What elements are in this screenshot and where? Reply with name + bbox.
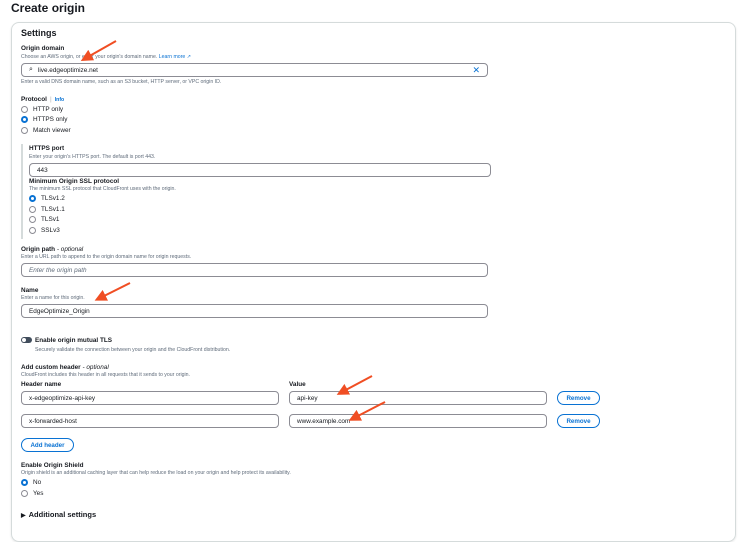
annotation-arrows — [80, 40, 386, 421]
arrow-icon — [336, 375, 373, 395]
arrow-icon — [80, 40, 117, 61]
arrow-icon — [348, 401, 386, 421]
arrow-icon — [94, 282, 131, 301]
